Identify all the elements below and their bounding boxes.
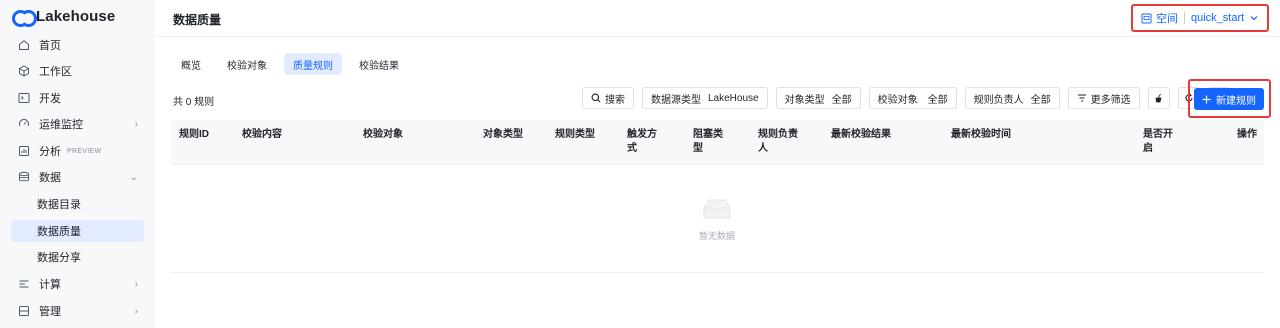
column-header-latest-time: 最新校验时间 <box>951 129 1011 140</box>
filter-label: 数据源类型 <box>651 94 701 106</box>
sidebar-item-analysis[interactable]: 分析 PREVIEW <box>11 140 144 162</box>
tab-quality-rules[interactable]: 质量规则 <box>284 53 342 75</box>
new-rule-label: 新建规则 <box>1216 95 1256 107</box>
home-icon <box>17 38 31 52</box>
sidebar-item-develop[interactable]: 开发 <box>11 87 144 109</box>
sidebar-item-label: 工作区 <box>39 66 72 78</box>
filter-label: 规则负责人 <box>973 94 1024 106</box>
sidebar-item-ops-monitor[interactable]: 运维监控 › <box>11 113 144 135</box>
search-label: 搜索 <box>605 94 625 106</box>
chevron-down-icon <box>1250 13 1258 23</box>
sidebar-item-label: 管理 <box>39 306 61 318</box>
preview-badge: PREVIEW <box>67 147 102 155</box>
filter-bar: 搜索 数据源类型 LakeHouse 对象类型 全部 校验对象 全部 规则负责人… <box>582 87 1230 109</box>
tab-overview[interactable]: 概览 <box>172 53 210 75</box>
rule-count: 共 0 规则 <box>173 97 215 108</box>
column-header-enabled: 是否开 启 <box>1143 129 1173 154</box>
search-button[interactable]: 搜索 <box>582 87 634 109</box>
check-object-filter[interactable]: 校验对象 全部 <box>868 87 957 109</box>
sidebar-item-label: 运维监控 <box>39 119 83 131</box>
new-rule-highlight: 新建规则 <box>1188 79 1271 118</box>
sidebar-subitem-label: 数据质量 <box>37 226 81 238</box>
column-header-rule-type: 规则类型 <box>555 129 595 140</box>
object-type-filter[interactable]: 对象类型 全部 <box>775 87 861 109</box>
chevron-right-icon: › <box>134 305 138 317</box>
sidebar: Lakehouse 首页 工作区 开发 运维监控 › 分析 PREVIEW 数据… <box>0 0 155 328</box>
clear-filters-button[interactable] <box>1147 87 1170 109</box>
more-filters-label: 更多筛选 <box>1090 94 1131 106</box>
brand-name: Lakehouse <box>36 7 116 25</box>
chevron-right-icon: › <box>134 118 138 130</box>
space-value: quick_start <box>1191 12 1245 24</box>
tab-check-results[interactable]: 校验结果 <box>350 53 408 75</box>
monitor-icon <box>17 117 31 131</box>
new-rule-button[interactable]: 新建规则 <box>1194 88 1264 110</box>
empty-box-icon <box>700 196 734 222</box>
terminal-icon <box>17 91 31 105</box>
filter-value: 全部 <box>831 94 852 106</box>
column-header-check-object: 校验对象 <box>363 129 403 140</box>
sidebar-item-label: 分析 <box>39 146 61 158</box>
rule-owner-filter[interactable]: 规则负责人 全部 <box>964 87 1060 109</box>
column-header-blocking-type: 阻塞类 型 <box>693 129 723 154</box>
space-selector[interactable]: 空间 quick_start <box>1131 4 1269 32</box>
sidebar-item-manage[interactable]: 管理 › <box>11 300 144 322</box>
divider <box>1184 12 1185 24</box>
filter-label: 校验对象 <box>877 94 918 106</box>
compute-icon <box>17 277 31 291</box>
sidebar-item-label: 数据 <box>39 172 61 184</box>
sidebar-subitem-data-catalog[interactable]: 数据目录 <box>11 193 144 215</box>
column-header-latest-result: 最新校验结果 <box>831 129 891 140</box>
brand-logo[interactable]: Lakehouse <box>12 7 116 27</box>
table-bottom-border <box>171 272 1264 273</box>
search-icon <box>591 93 601 103</box>
datasource-type-filter[interactable]: 数据源类型 LakeHouse <box>642 87 768 109</box>
sidebar-item-compute[interactable]: 计算 › <box>11 273 144 295</box>
filter-label: 对象类型 <box>784 94 825 106</box>
space-label: 空间 <box>1156 13 1178 25</box>
filter-icon <box>1077 93 1087 103</box>
empty-state-text: 暂无数据 <box>698 231 735 241</box>
page-title: 数据质量 <box>173 13 222 27</box>
analysis-icon <box>17 144 31 158</box>
sidebar-subitem-label: 数据目录 <box>37 199 81 211</box>
chevron-right-icon: › <box>134 278 138 290</box>
sidebar-subitem-data-quality[interactable]: 数据质量 <box>11 220 144 242</box>
manage-icon <box>17 304 31 318</box>
column-header-rule-id: 规则ID <box>179 129 209 140</box>
column-header-check-content: 校验内容 <box>242 129 282 140</box>
column-header-actions: 操作 <box>1237 129 1257 140</box>
sidebar-item-home[interactable]: 首页 <box>11 34 144 56</box>
column-header-rule-owner: 规则负责 人 <box>758 129 798 154</box>
main-content: 数据质量 空间 quick_start 概览 校验对象 质量规则 校验结果 共 … <box>155 0 1280 328</box>
filter-value: LakeHouse <box>708 92 759 104</box>
tab-bar: 概览 校验对象 质量规则 校验结果 <box>172 53 408 75</box>
space-icon <box>1141 13 1152 24</box>
lakehouse-logo-icon <box>12 9 37 27</box>
sidebar-item-data[interactable]: 数据 ⌄ <box>11 166 144 188</box>
cube-icon <box>17 64 31 78</box>
filter-value: 全部 <box>927 94 948 106</box>
table-header: 规则ID 校验内容 校验对象 对象类型 规则类型 触发方 式 阻塞类 型 规则负… <box>171 120 1264 165</box>
sidebar-item-workspace[interactable]: 工作区 <box>11 60 144 82</box>
sidebar-subitem-data-share[interactable]: 数据分享 <box>11 246 144 268</box>
more-filters-button[interactable]: 更多筛选 <box>1067 87 1140 109</box>
plus-icon <box>1202 95 1211 104</box>
sidebar-item-label: 开发 <box>39 93 61 105</box>
header-divider <box>155 36 1280 37</box>
column-header-trigger-mode: 触发方 式 <box>627 129 657 154</box>
filter-value: 全部 <box>1030 94 1051 106</box>
broom-icon <box>1154 93 1164 103</box>
tab-check-objects[interactable]: 校验对象 <box>218 53 276 75</box>
chevron-down-icon: ⌄ <box>129 171 138 183</box>
sidebar-item-label: 计算 <box>39 279 61 291</box>
sidebar-subitem-label: 数据分享 <box>37 252 81 264</box>
sidebar-item-label: 首页 <box>39 40 61 52</box>
database-icon <box>17 170 31 184</box>
column-header-object-type: 对象类型 <box>483 129 523 140</box>
